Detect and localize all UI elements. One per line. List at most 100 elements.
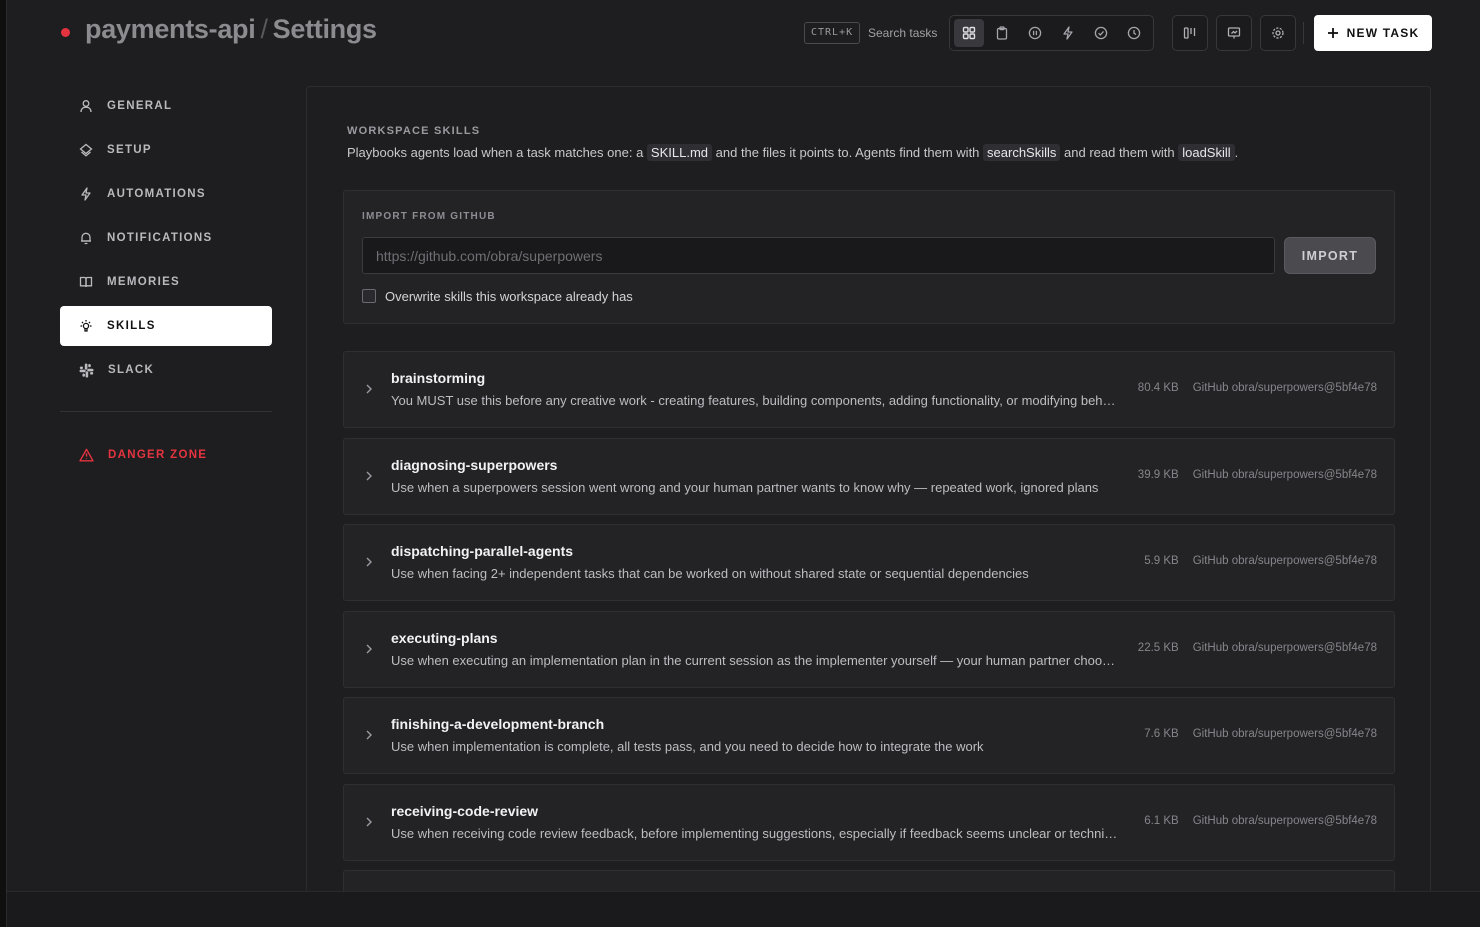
skill-name: finishing-a-development-branch bbox=[391, 716, 605, 732]
project-name[interactable]: payments-api bbox=[85, 14, 256, 44]
skill-name: diagnosing-superpowers bbox=[391, 456, 558, 473]
grid-view-button[interactable] bbox=[954, 19, 984, 47]
sidebar-item-automations[interactable]: AUTOMATIONS bbox=[60, 174, 272, 214]
skill-source: GitHub obra/superpowers@5bf4e78 bbox=[1192, 641, 1377, 654]
description-text: and the files it points to. Agents find … bbox=[715, 145, 980, 160]
chevron-right-icon[interactable] bbox=[364, 643, 374, 655]
skill-name: executing-plans bbox=[391, 629, 498, 646]
skill-name: dispatching-parallel-agents bbox=[391, 543, 574, 559]
check-circle-icon bbox=[1094, 26, 1108, 40]
lightbulb-icon bbox=[79, 319, 93, 333]
chevron-right-icon[interactable] bbox=[364, 383, 374, 395]
gear-icon bbox=[1271, 26, 1285, 40]
clock-icon bbox=[1127, 26, 1141, 40]
status-dot bbox=[61, 28, 70, 37]
paused-view-button[interactable] bbox=[1020, 19, 1050, 47]
sidebar-item-danger-zone[interactable]: DANGER ZONE bbox=[60, 435, 272, 475]
skill-meta: 7.6 KB GitHub obra/superpowers@5bf4e78 bbox=[1144, 728, 1377, 740]
pause-circle-icon bbox=[1028, 26, 1042, 40]
code-snippet: SKILL.md bbox=[646, 144, 713, 161]
bottom-bar bbox=[7, 891, 1480, 927]
sidebar-item-label: NOTIFICATIONS bbox=[107, 232, 213, 244]
import-from-github-card: IMPORT FROM GITHUB IMPORT Overwrite skil… bbox=[343, 190, 1395, 324]
board-layout-button[interactable] bbox=[1172, 15, 1208, 51]
breadcrumb-separator: / bbox=[260, 14, 268, 44]
overwrite-checkbox[interactable] bbox=[362, 289, 376, 303]
sidebar-item-label: DANGER ZONE bbox=[108, 449, 208, 461]
skill-size: 5.9 KB bbox=[1144, 555, 1179, 567]
skill-row[interactable]: dispatching-parallel-agents Use when fac… bbox=[343, 524, 1395, 601]
skill-size: 80.4 KB bbox=[1137, 382, 1179, 394]
skill-source: GitHub obra/superpowers@5bf4e78 bbox=[1192, 814, 1377, 827]
skill-meta: 5.9 KB GitHub obra/superpowers@5bf4e78 bbox=[1144, 555, 1377, 567]
skill-size: 39.9 KB bbox=[1137, 468, 1179, 481]
book-icon bbox=[79, 275, 93, 289]
slack-icon bbox=[79, 363, 94, 378]
skill-size: 7.6 KB bbox=[1144, 728, 1179, 740]
layers-icon bbox=[79, 143, 93, 157]
skill-description: Use when receiving code review feedback,… bbox=[391, 825, 1121, 841]
automations-view-button[interactable] bbox=[1053, 19, 1083, 47]
overwrite-label[interactable]: Overwrite skills this workspace already … bbox=[385, 289, 633, 304]
app-window: payments-api / Settings CTRL+K Search task… bbox=[6, 0, 1480, 927]
chevron-right-icon[interactable] bbox=[364, 729, 374, 741]
search-tasks-button[interactable]: Search tasks bbox=[868, 26, 937, 40]
skills-panel: WORKSPACE SKILLS Playbooks agents load w… bbox=[306, 86, 1431, 906]
sidebar-item-slack[interactable]: SLACK bbox=[60, 350, 272, 390]
skill-row[interactable]: executing-plans Use when executing an im… bbox=[343, 610, 1395, 688]
done-view-button[interactable] bbox=[1086, 19, 1116, 47]
sidebar-item-setup[interactable]: SETUP bbox=[60, 130, 272, 170]
new-task-label: NEW TASK bbox=[1346, 26, 1420, 40]
skill-size: 6.1 KB bbox=[1144, 814, 1179, 827]
sidebar-item-label: MEMORIES bbox=[107, 276, 181, 288]
skill-description: Use when facing 2+ independent tasks tha… bbox=[391, 566, 1029, 581]
skill-row[interactable]: receiving-code-review Use when receiving… bbox=[343, 783, 1395, 861]
skill-name: receiving-code-review bbox=[391, 802, 539, 819]
clipboard-view-button[interactable] bbox=[987, 19, 1017, 47]
code-snippet: searchSkills bbox=[983, 144, 1061, 161]
description-text: . bbox=[1234, 145, 1239, 160]
skill-name: brainstorming bbox=[391, 370, 486, 386]
import-label: IMPORT FROM GITHUB bbox=[362, 211, 496, 222]
skill-source: GitHub obra/superpowers@5bf4e78 bbox=[1192, 468, 1377, 481]
settings-button[interactable] bbox=[1260, 15, 1296, 51]
page-title: payments-api / Settings bbox=[85, 14, 377, 45]
skill-source: GitHub obra/superpowers@5bf4e78 bbox=[1192, 382, 1377, 394]
sidebar-item-skills[interactable]: SKILLS bbox=[60, 306, 272, 346]
skill-description: Use when executing an implementation pla… bbox=[391, 652, 1121, 668]
plus-icon bbox=[1327, 27, 1339, 39]
import-button[interactable]: IMPORT bbox=[1284, 237, 1376, 274]
skills-list: brainstorming You MUST use this before a… bbox=[343, 351, 1395, 906]
skill-description: Use when a superpowers session went wron… bbox=[391, 479, 1099, 495]
skill-meta: 22.5 KB GitHub obra/superpowers@5bf4e78 bbox=[1138, 642, 1377, 654]
sidebar-divider bbox=[60, 411, 272, 412]
section-description: Playbooks agents load when a task matche… bbox=[347, 144, 1238, 161]
sidebar-item-memories[interactable]: MEMORIES bbox=[60, 262, 272, 302]
view-switcher bbox=[949, 15, 1154, 51]
github-url-input[interactable] bbox=[362, 237, 1275, 274]
sidebar-item-general[interactable]: GENERAL bbox=[60, 86, 272, 126]
sidebar-item-label: GENERAL bbox=[107, 100, 173, 112]
chevron-right-icon[interactable] bbox=[364, 816, 374, 828]
new-task-button[interactable]: NEW TASK bbox=[1314, 15, 1432, 51]
skill-row[interactable]: diagnosing-superpowers Use when a superp… bbox=[343, 437, 1395, 515]
skill-row[interactable]: finishing-a-development-branch Use when … bbox=[343, 697, 1395, 774]
history-view-button[interactable] bbox=[1119, 19, 1149, 47]
chevron-right-icon[interactable] bbox=[364, 470, 374, 482]
skill-description: You MUST use this before any creative wo… bbox=[391, 393, 1121, 408]
header-divider bbox=[1303, 22, 1304, 44]
sidebar-item-label: SKILLS bbox=[107, 320, 156, 332]
chevron-right-icon[interactable] bbox=[364, 556, 374, 568]
grid-icon bbox=[962, 26, 976, 40]
skill-row[interactable]: brainstorming You MUST use this before a… bbox=[343, 351, 1395, 428]
bolt-icon bbox=[79, 187, 93, 201]
skill-description: Use when implementation is complete, all… bbox=[391, 739, 984, 754]
page-name: Settings bbox=[272, 14, 377, 44]
skill-size: 22.5 KB bbox=[1137, 641, 1179, 654]
section-label: WORKSPACE SKILLS bbox=[347, 125, 481, 137]
bolt-icon bbox=[1061, 26, 1075, 40]
skill-meta: 80.4 KB GitHub obra/superpowers@5bf4e78 bbox=[1138, 382, 1377, 394]
warning-icon bbox=[79, 448, 94, 462]
sidebar-item-notifications[interactable]: NOTIFICATIONS bbox=[60, 218, 272, 258]
presentation-button[interactable] bbox=[1216, 15, 1252, 51]
